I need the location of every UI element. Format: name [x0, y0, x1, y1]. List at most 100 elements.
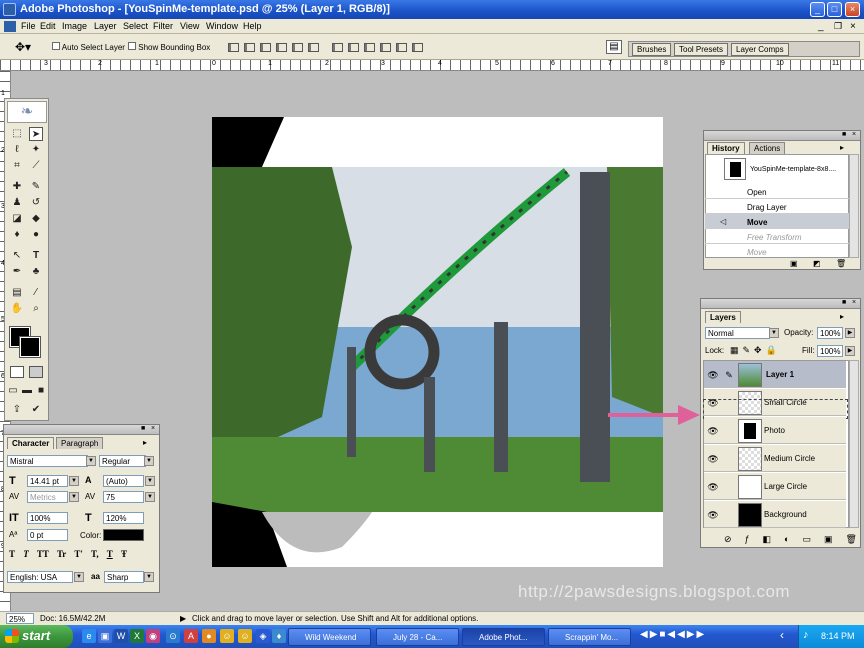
menu-image[interactable]: Image — [62, 21, 87, 31]
quicklaunch-app-icon[interactable]: ⊙ — [166, 629, 180, 643]
underline-button[interactable]: T — [107, 549, 113, 559]
trash-icon[interactable]: 🗑 — [836, 259, 846, 268]
doc-close-icon[interactable]: × — [850, 21, 856, 32]
baseline-shift-field[interactable]: 0 pt — [27, 529, 68, 541]
auto-select-checkbox[interactable] — [52, 42, 60, 50]
faux-bold-button[interactable]: T — [9, 549, 15, 559]
history-item-move[interactable]: Move — [705, 244, 849, 258]
doc-icon[interactable] — [4, 21, 16, 32]
quicklaunch-app-icon[interactable]: ◈ — [256, 629, 270, 643]
well-tab-brushes[interactable]: Brushes — [632, 43, 672, 56]
file-browser-icon[interactable]: ▤ — [606, 40, 622, 54]
distribute-left-icon[interactable] — [380, 43, 391, 52]
volume-icon[interactable]: ♪ — [803, 629, 809, 641]
maximize-button[interactable]: □ — [827, 2, 842, 17]
align-hcenter-icon[interactable] — [292, 43, 303, 52]
eyedropper-icon[interactable]: ⁄ — [29, 286, 43, 300]
quicklaunch-app-icon[interactable]: A — [184, 629, 198, 643]
screen-mode-1-icon[interactable]: ▭ — [6, 384, 20, 398]
align-vcenter-icon[interactable] — [244, 43, 255, 52]
quicklaunch-desktop-icon[interactable]: ▣ — [98, 629, 112, 643]
history-item-open[interactable]: Open — [705, 184, 849, 199]
layer-row-large-circle[interactable]: 👁 Large Circle — [704, 473, 846, 500]
chevron-down-icon[interactable]: ▼ — [145, 476, 155, 486]
menu-help[interactable]: Help — [243, 21, 262, 31]
bounding-box-checkbox[interactable] — [128, 42, 136, 50]
screen-mode-3-icon[interactable]: ■ — [34, 384, 48, 398]
distribute-right-icon[interactable] — [412, 43, 423, 52]
antialias-select[interactable]: Sharp — [104, 571, 144, 583]
auto-select-option[interactable]: Auto Select Layer — [52, 42, 125, 52]
small-caps-button[interactable]: Tr — [57, 549, 66, 559]
history-item-move-current[interactable]: Move — [705, 214, 849, 229]
palette-minimize-icon[interactable]: ■ — [141, 425, 145, 432]
move-tool-preset-icon[interactable]: ✥▾ — [15, 40, 31, 54]
quicklaunch-app-icon[interactable]: ♦ — [272, 629, 286, 643]
bounding-box-option[interactable]: Show Bounding Box — [128, 42, 210, 52]
background-color-swatch[interactable] — [19, 336, 41, 358]
menu-select[interactable]: Select — [123, 21, 148, 31]
strikethrough-button[interactable]: Ŧ — [121, 549, 127, 559]
palette-close-icon[interactable]: × — [852, 131, 856, 138]
kerning-field[interactable]: Metrics — [27, 491, 68, 503]
palette-menu-icon[interactable]: ▸ — [143, 438, 147, 447]
palette-close-icon[interactable]: × — [852, 299, 856, 306]
zoom-field[interactable]: 25% — [6, 613, 34, 624]
blend-mode-select[interactable]: Normal — [705, 327, 770, 339]
fill-slider-icon[interactable]: ▶ — [845, 346, 855, 356]
tray-expand-icon[interactable]: ‹ — [780, 628, 784, 642]
doc-minimize-icon[interactable]: _ — [818, 21, 824, 32]
chevron-down-icon[interactable]: ▼ — [86, 456, 96, 466]
chevron-down-icon[interactable]: ▼ — [69, 492, 79, 502]
palette-menu-icon[interactable]: ▸ — [840, 143, 844, 152]
layer-actions[interactable]: ⊘ƒ◧◐▭▣🗑 — [724, 534, 864, 545]
quick-mask-icon[interactable] — [29, 366, 43, 378]
type-tool-icon[interactable]: T — [29, 249, 43, 263]
all-caps-button[interactable]: TT — [37, 549, 49, 559]
superscript-button[interactable]: T' — [74, 549, 83, 559]
clock[interactable]: 8:14 PM — [821, 631, 855, 641]
vertical-scale-field[interactable]: 100% — [27, 512, 68, 524]
distribute-top-icon[interactable] — [332, 43, 343, 52]
eye-icon[interactable]: 👁 — [706, 452, 720, 466]
history-brush-icon[interactable]: ↺ — [29, 196, 43, 210]
layer-row-background[interactable]: 👁 Background — [704, 501, 846, 528]
faux-style-buttons[interactable]: T T TT Tr T' T, T Ŧ — [9, 549, 127, 559]
menu-filter[interactable]: Filter — [153, 21, 173, 31]
well-tab-tool-presets[interactable]: Tool Presets — [674, 43, 729, 56]
tab-actions[interactable]: Actions — [749, 142, 786, 154]
chevron-down-icon[interactable]: ▼ — [69, 476, 79, 486]
zoom-tool-icon[interactable]: ⌕ — [29, 302, 43, 316]
eraser-tool-icon[interactable]: ◪ — [10, 212, 24, 226]
palette-close-icon[interactable]: × — [151, 425, 155, 432]
doc-size-info[interactable]: Doc: 16.5M/42.2M — [40, 614, 105, 623]
crop-tool-icon[interactable]: ⌗ — [10, 159, 24, 173]
adobe-feather-icon[interactable]: ❧ — [7, 101, 47, 123]
palette-menu-icon[interactable]: ▸ — [840, 312, 844, 321]
text-color-swatch[interactable] — [103, 529, 144, 541]
standard-mode-icon[interactable] — [10, 366, 24, 378]
history-item-free-transform[interactable]: Free Transform — [705, 229, 849, 244]
snapshot-thumbnail[interactable] — [724, 158, 746, 180]
eye-icon[interactable]: 👁 — [706, 480, 720, 494]
lock-icons[interactable]: ▦✎✥🔒 — [730, 345, 781, 356]
media-player-controls-icon[interactable]: ◀▶■◀◀▶▶ — [640, 629, 706, 640]
quicklaunch-app-icon[interactable]: ◉ — [146, 629, 160, 643]
align-top-icon[interactable] — [228, 43, 239, 52]
tab-history[interactable]: History — [707, 142, 745, 154]
chevron-down-icon[interactable]: ▼ — [769, 328, 779, 338]
document-canvas[interactable] — [212, 117, 663, 567]
clone-stamp-icon[interactable]: ♟ — [10, 196, 24, 210]
layer-row-photo[interactable]: 👁 Photo — [704, 417, 846, 444]
layers-scrollbar[interactable] — [849, 360, 859, 528]
font-style-select[interactable]: Regular — [99, 455, 146, 467]
opacity-slider-icon[interactable]: ▶ — [845, 328, 855, 338]
doc-restore-icon[interactable]: ❐ — [834, 21, 842, 32]
palette-close-icon[interactable]: ■ — [842, 131, 846, 138]
tab-paragraph[interactable]: Paragraph — [56, 437, 104, 449]
well-tab-layer-comps[interactable]: Layer Comps — [731, 43, 789, 56]
align-left-icon[interactable] — [276, 43, 287, 52]
chevron-down-icon[interactable]: ▼ — [144, 456, 154, 466]
chevron-down-icon[interactable]: ▼ — [144, 572, 154, 582]
tab-layers[interactable]: Layers — [705, 311, 741, 323]
